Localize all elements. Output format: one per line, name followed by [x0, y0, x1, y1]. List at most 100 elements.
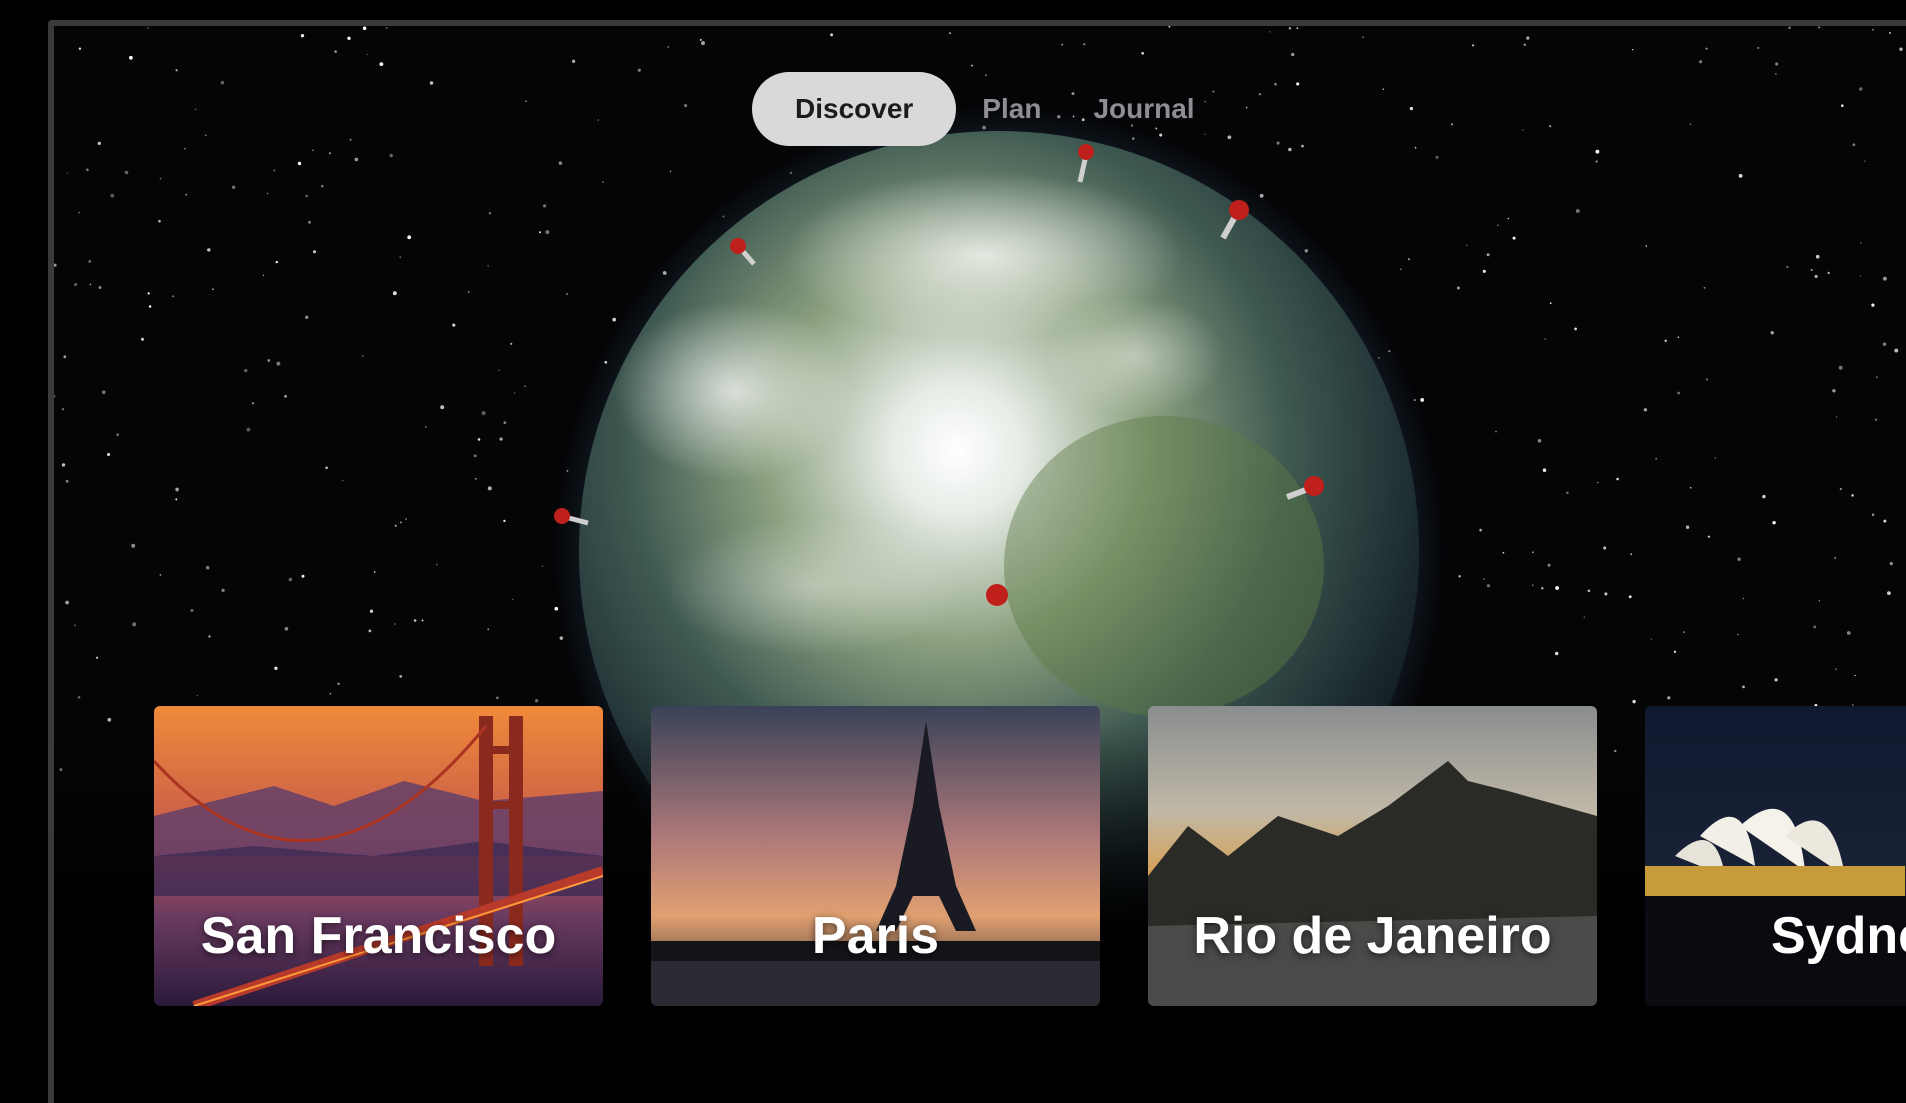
star — [63, 355, 67, 359]
star — [1420, 397, 1425, 402]
star — [284, 394, 288, 398]
star — [321, 184, 324, 188]
destination-card-san-francisco[interactable]: San Francisco — [154, 706, 603, 1006]
star — [88, 259, 92, 263]
star — [65, 600, 70, 605]
star — [1852, 143, 1856, 147]
star — [1486, 584, 1490, 588]
star — [107, 452, 111, 457]
star — [421, 619, 424, 622]
star — [110, 193, 115, 198]
star — [158, 219, 161, 223]
star — [54, 395, 56, 398]
star — [1301, 144, 1304, 148]
star — [545, 230, 550, 235]
star — [207, 248, 211, 252]
star — [1547, 563, 1551, 567]
star — [1775, 62, 1779, 66]
app-window: Discover Plan Journal San Francisco Pari… — [48, 20, 1906, 1103]
star — [1757, 46, 1760, 49]
tab-discover[interactable]: Discover — [752, 72, 957, 146]
destination-carousel: San Francisco Paris Rio de Janeiro Sydn — [154, 706, 1906, 1006]
star — [1673, 650, 1677, 653]
star — [399, 521, 402, 524]
star — [175, 487, 179, 492]
destination-card-paris[interactable]: Paris — [651, 706, 1100, 1006]
star — [361, 354, 364, 357]
star — [337, 682, 340, 686]
destination-title: Sydney — [1771, 907, 1906, 965]
star — [1382, 88, 1385, 90]
star — [1276, 141, 1280, 145]
destination-card-rio[interactable]: Rio de Janeiro — [1148, 706, 1597, 1006]
star — [1632, 699, 1636, 704]
star — [66, 172, 69, 174]
star — [1587, 589, 1591, 593]
star — [970, 64, 973, 67]
star — [1258, 92, 1262, 96]
star — [1707, 535, 1710, 538]
star — [159, 177, 162, 180]
star — [208, 635, 211, 638]
star — [312, 149, 314, 151]
star — [116, 433, 120, 437]
star — [389, 153, 393, 158]
star — [1883, 276, 1887, 281]
pin-coast[interactable] — [986, 584, 1008, 606]
star — [424, 425, 427, 429]
star — [392, 291, 397, 296]
star — [1523, 43, 1527, 46]
star — [429, 81, 434, 85]
star — [1705, 378, 1709, 381]
star — [74, 283, 78, 287]
star — [488, 212, 492, 215]
star — [1738, 173, 1743, 178]
star — [65, 479, 69, 483]
star — [328, 152, 331, 155]
star — [405, 518, 408, 521]
star — [512, 598, 514, 601]
star — [194, 108, 197, 111]
star — [1834, 557, 1837, 559]
star — [159, 574, 162, 576]
star — [86, 168, 89, 172]
star — [1871, 513, 1875, 516]
star — [1296, 27, 1299, 30]
star — [1274, 82, 1277, 86]
star — [1854, 674, 1856, 677]
star — [1435, 155, 1439, 159]
star — [1466, 244, 1468, 246]
star — [231, 185, 236, 190]
star — [349, 138, 352, 141]
star — [1630, 553, 1633, 556]
star — [525, 100, 527, 102]
star — [510, 342, 513, 345]
star — [78, 47, 82, 50]
star — [305, 194, 308, 198]
star — [407, 235, 412, 240]
star — [1742, 597, 1745, 600]
star — [487, 264, 489, 267]
star — [246, 427, 251, 432]
star — [297, 161, 302, 166]
star — [1894, 348, 1899, 353]
star — [1537, 438, 1542, 443]
star — [1714, 457, 1717, 459]
star — [637, 68, 641, 72]
star — [1770, 330, 1774, 335]
star — [830, 33, 834, 37]
star — [669, 170, 672, 173]
tab-journal[interactable]: Journal — [1067, 72, 1220, 146]
star — [1689, 487, 1692, 489]
tab-plan[interactable]: Plan — [956, 72, 1067, 146]
star — [1061, 43, 1064, 46]
star — [1574, 327, 1577, 331]
destination-title: San Francisco — [200, 907, 557, 965]
star — [571, 59, 576, 63]
star — [1818, 26, 1821, 29]
star — [1775, 73, 1777, 75]
star — [379, 62, 384, 67]
destination-card-sydney[interactable]: Sydney — [1645, 706, 1906, 1006]
star — [147, 292, 150, 295]
star — [1291, 52, 1295, 57]
